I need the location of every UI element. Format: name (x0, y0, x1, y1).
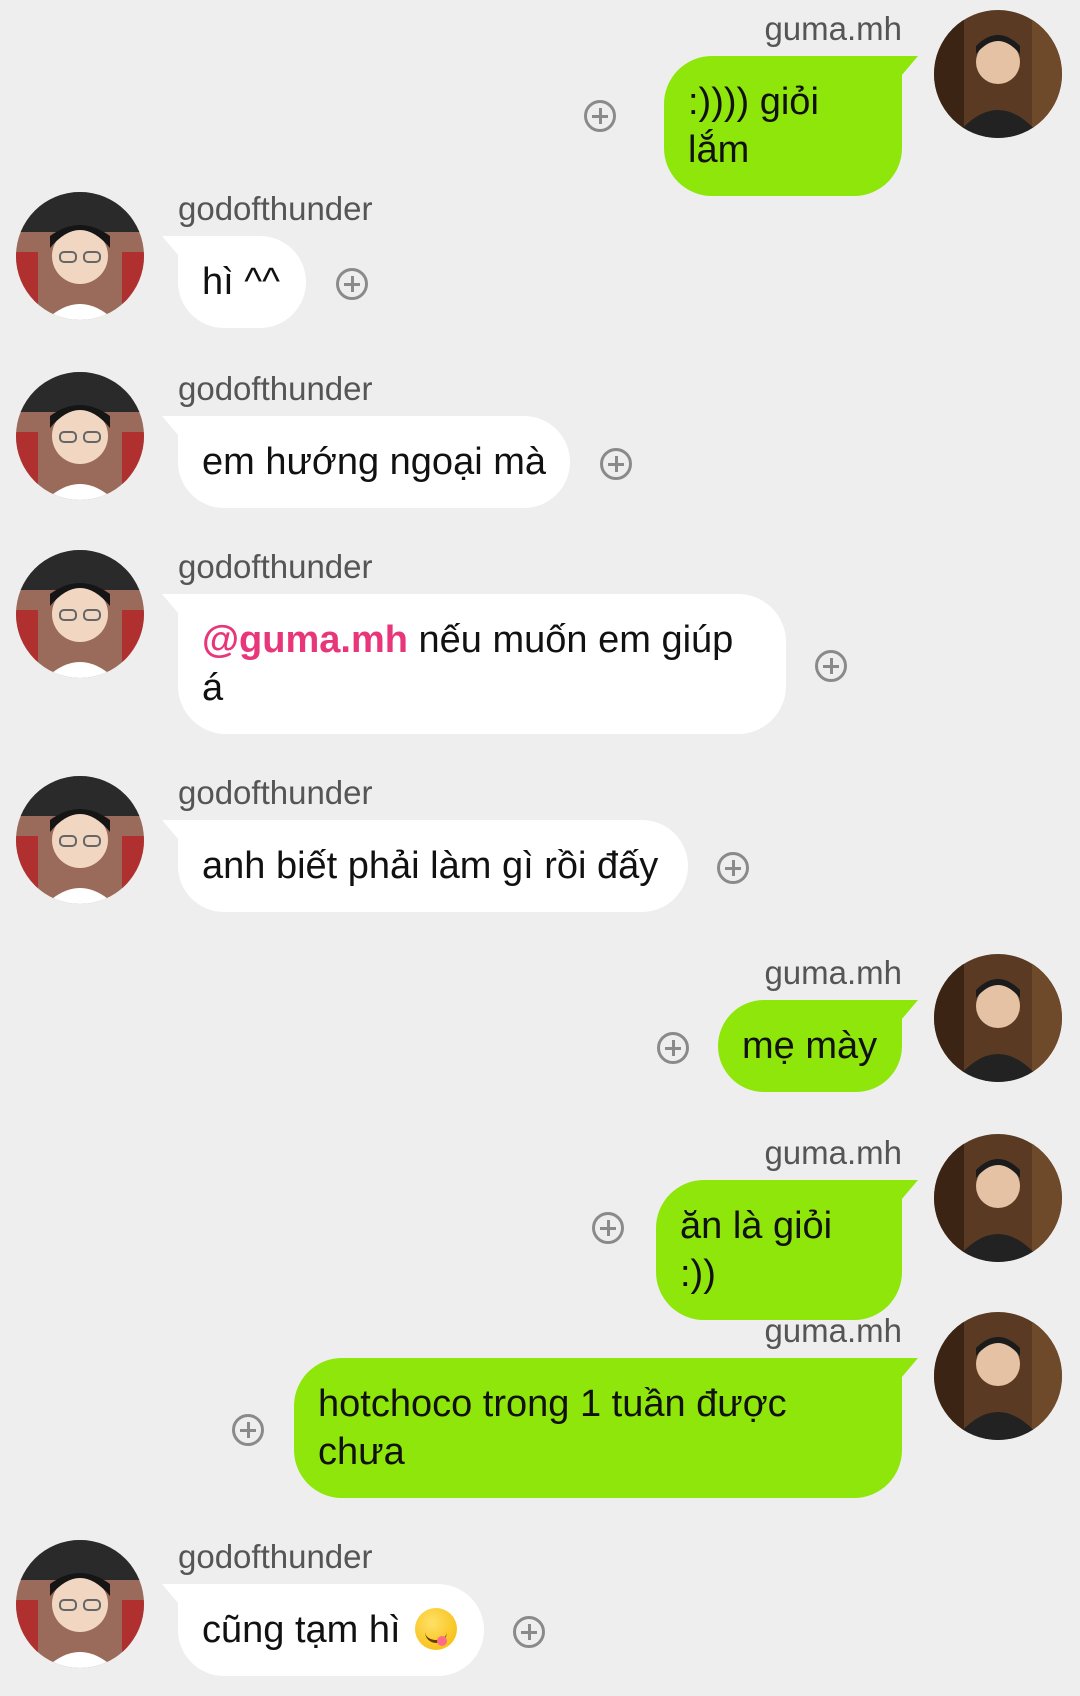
sender-name: godofthunder (178, 370, 373, 407)
message-bubble[interactable]: :)))) giỏi lắm (664, 56, 918, 196)
avatar-guma[interactable] (934, 10, 1062, 138)
message-bubble[interactable]: hotchoco trong 1 tuần được chưa (294, 1358, 918, 1498)
chat-thread: guma.mh :)))) giỏi lắm godofthunder hì ^… (0, 0, 1080, 1696)
sender-name: guma.mh (764, 954, 902, 991)
avatar-guma[interactable] (934, 1312, 1062, 1440)
sender-name: godofthunder (178, 548, 373, 585)
message-bubble[interactable]: mẹ mày (718, 1000, 918, 1092)
add-reaction-icon[interactable] (336, 268, 368, 300)
avatar-godofthunder[interactable] (16, 372, 144, 500)
sender-name: guma.mh (764, 1134, 902, 1171)
sender-name: godofthunder (178, 1538, 373, 1575)
add-reaction-icon[interactable] (657, 1032, 689, 1064)
message-text: ăn là giỏi :)) (680, 1205, 833, 1295)
mention-link[interactable]: @guma.mh (202, 619, 408, 661)
message-bubble[interactable]: anh biết phải làm gì rồi đấy (162, 820, 688, 912)
add-reaction-icon[interactable] (600, 448, 632, 480)
message-bubble[interactable]: cũng tạm hì (162, 1584, 484, 1676)
message-bubble[interactable]: ăn là giỏi :)) (656, 1180, 918, 1320)
message-text: :)))) giỏi lắm (688, 81, 819, 171)
add-reaction-icon[interactable] (592, 1212, 624, 1244)
yum-face-emoji-icon (415, 1608, 458, 1650)
avatar-godofthunder[interactable] (16, 550, 144, 678)
sender-name: godofthunder (178, 190, 373, 227)
message-text: cũng tạm hì (202, 1609, 401, 1651)
avatar-godofthunder[interactable] (16, 1540, 144, 1668)
message-bubble[interactable]: @guma.mh nếu muốn em giúp á (162, 594, 786, 734)
add-reaction-icon[interactable] (584, 100, 616, 132)
message-bubble[interactable]: hì ^^ (162, 236, 306, 328)
message-text: hì ^^ (202, 261, 280, 303)
sender-name: guma.mh (764, 10, 902, 47)
sender-name: guma.mh (764, 1312, 902, 1349)
avatar-godofthunder[interactable] (16, 192, 144, 320)
message-text: hotchoco trong 1 tuần được chưa (318, 1383, 787, 1473)
add-reaction-icon[interactable] (513, 1616, 545, 1648)
message-text: anh biết phải làm gì rồi đấy (202, 845, 659, 887)
sender-name: godofthunder (178, 774, 373, 811)
add-reaction-icon[interactable] (815, 650, 847, 682)
message-bubble[interactable]: em hướng ngoại mà (162, 416, 570, 508)
add-reaction-icon[interactable] (232, 1414, 264, 1446)
avatar-godofthunder[interactable] (16, 776, 144, 904)
avatar-guma[interactable] (934, 954, 1062, 1082)
avatar-guma[interactable] (934, 1134, 1062, 1262)
message-text: mẹ mày (742, 1025, 878, 1067)
add-reaction-icon[interactable] (717, 852, 749, 884)
message-text: em hướng ngoại mà (202, 441, 546, 483)
